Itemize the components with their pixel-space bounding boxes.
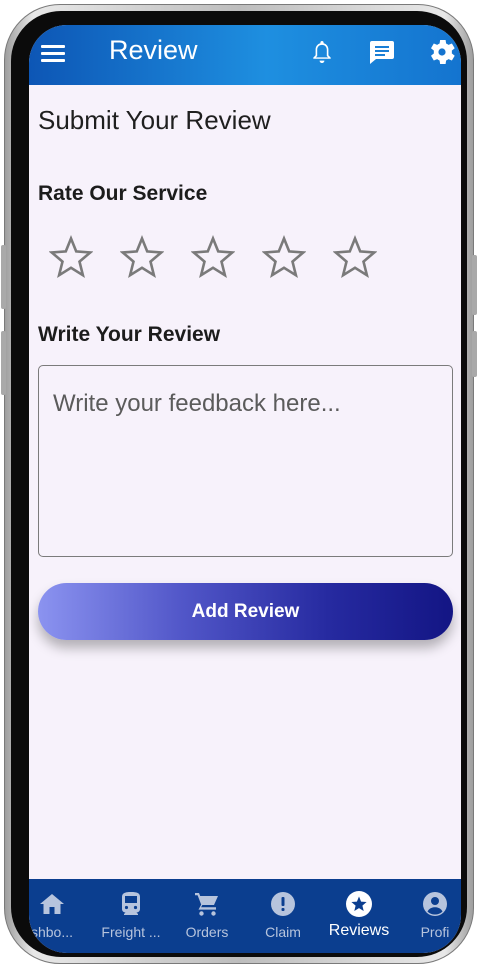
review-label: Write Your Review [38,323,221,346]
nav-label: Profi [420,924,450,940]
nav-label: Claim [265,924,301,940]
menu-icon[interactable] [41,39,69,67]
gear-icon[interactable] [427,37,457,67]
nav-label: shbo... [30,924,74,940]
star-icon-2[interactable] [120,235,164,279]
star-icon-3[interactable] [191,235,235,279]
star-icon-4[interactable] [262,235,306,279]
app-bar: Review [29,25,461,85]
nav-label: Freight ... [101,924,161,940]
app-screen: Review Submit Your Review Rate Our Servi… [29,25,461,953]
rating-label: Rate Our Service [38,182,208,205]
add-review-button[interactable]: Add Review [38,583,453,640]
nav-item-claim[interactable]: Claim [245,879,321,953]
volume-button [1,331,6,395]
train-icon [117,890,145,918]
form-heading: Submit Your Review [38,105,271,135]
nav-item-orders[interactable]: Orders [169,879,245,953]
side-button-right [472,255,477,315]
review-textarea[interactable] [38,365,453,557]
nav-item-profile[interactable]: Profi [397,879,461,953]
cart-icon [193,890,221,918]
bell-icon[interactable] [307,37,337,67]
account-icon [421,890,449,918]
nav-label: Reviews [328,922,390,939]
nav-item-reviews[interactable]: Reviews [321,879,397,953]
side-button-right-lower [472,331,477,377]
power-button [1,245,6,309]
star-badge-icon [345,890,373,918]
nav-item-freight[interactable]: Freight ... [93,879,169,953]
phone-frame: Review Submit Your Review Rate Our Servi… [1,4,477,964]
star-rating [49,235,377,279]
page-title: Review [109,35,198,65]
nav-label: Orders [185,924,229,940]
bottom-nav: shbo... Freight ... Orders Claim Reviews… [29,879,461,953]
star-icon-1[interactable] [49,235,93,279]
alert-icon [269,890,297,918]
home-icon [38,890,66,918]
nav-item-dashboard[interactable]: shbo... [29,879,90,953]
star-icon-5[interactable] [333,235,377,279]
chat-icon[interactable] [367,37,397,67]
